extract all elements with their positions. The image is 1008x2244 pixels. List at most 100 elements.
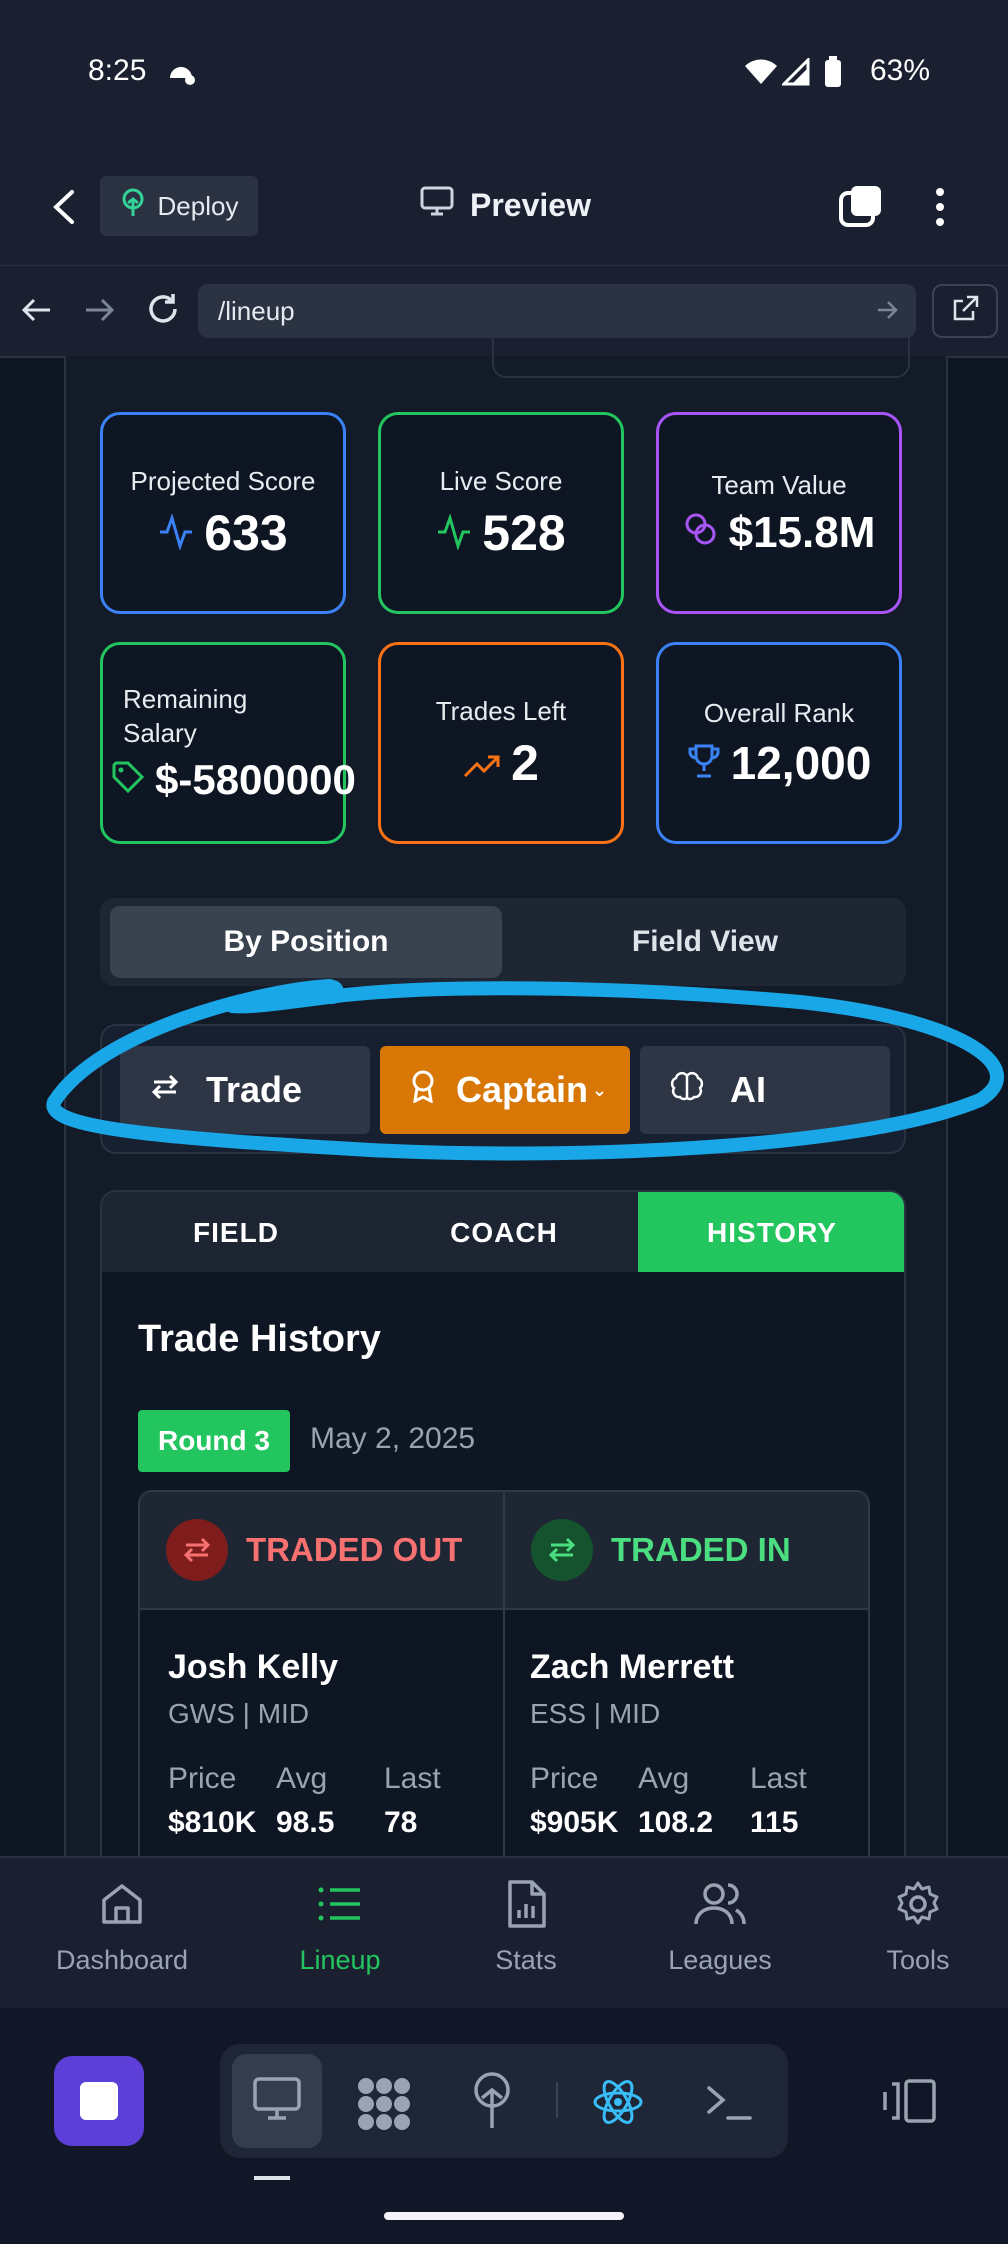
in-price: $905K [530, 1806, 619, 1839]
in-player-team: ESS | MID [530, 1698, 661, 1729]
stat-label: Team Value [711, 470, 847, 500]
tag-icon [111, 756, 145, 804]
tab-history[interactable]: HISTORY [638, 1192, 904, 1272]
monitor-icon [420, 186, 454, 224]
out-last-label: Last [384, 1762, 441, 1795]
trade-record: TRADED OUT TRADED IN Josh Kelly GWS | MI… [138, 1490, 870, 1890]
stop-icon [80, 2082, 118, 2120]
deploy-button[interactable]: Deploy [100, 176, 258, 236]
out-avg-label: Avg [276, 1762, 328, 1795]
url-text: /lineup [218, 295, 295, 326]
history-title: Trade History [138, 1318, 381, 1360]
split-view-icon[interactable] [882, 2078, 938, 2129]
preview-label: Preview [470, 186, 591, 223]
tab-coach[interactable]: COACH [370, 1192, 638, 1272]
out-price-label: Price [168, 1762, 237, 1795]
nav-back-icon[interactable] [20, 296, 52, 329]
go-arrow-icon[interactable] [876, 298, 900, 329]
stat-value: 633 [204, 505, 288, 561]
out-last: 78 [384, 1806, 418, 1839]
more-menu-icon[interactable] [932, 186, 948, 233]
nav-lineup[interactable]: Lineup [260, 1880, 420, 1976]
stat-value: $-5800000 [155, 756, 356, 803]
out-player-name: Josh Kelly [168, 1648, 339, 1686]
traded-out-label: TRADED OUT [246, 1531, 463, 1568]
stat-team-value: Team Value $15.8M [656, 412, 902, 614]
nav-label: Stats [495, 1945, 557, 1975]
trade-date: May 2, 2025 [310, 1422, 476, 1455]
deploy-tree-icon[interactable] [470, 2072, 514, 2135]
in-player-name: Zach Merrett [530, 1648, 735, 1686]
nav-dashboard[interactable]: Dashboard [42, 1880, 202, 1976]
stat-label: Overall Rank [703, 698, 855, 728]
stat-trades-left: Trades Left 2 [378, 642, 624, 844]
stat-projected-score: Projected Score 633 [100, 412, 346, 614]
in-price-label: Price [530, 1762, 599, 1795]
nav-stats[interactable]: Stats [446, 1880, 606, 1976]
stat-label: Projected Score [130, 466, 316, 496]
out-player-team: GWS | MID [168, 1698, 310, 1729]
stat-label: Live Score [439, 466, 563, 496]
stat-label: Remaining Salary [123, 684, 248, 748]
stat-value: 12,000 [730, 737, 872, 789]
grid-app-icon[interactable] [356, 2076, 412, 2137]
stat-live-score: Live Score 528 [378, 412, 624, 614]
nav-leagues[interactable]: Leagues [640, 1880, 800, 1976]
stat-value: 2 [511, 735, 539, 791]
list-icon [316, 1880, 364, 1935]
activity-icon [436, 504, 472, 562]
in-last: 115 [750, 1806, 799, 1839]
swap-icon [166, 1519, 228, 1581]
open-external-button[interactable] [932, 284, 998, 338]
in-avg: 108.2 [638, 1806, 714, 1839]
nav-label: Leagues [668, 1945, 772, 1975]
status-time: 8:25 [88, 54, 147, 87]
stats-file-icon [504, 1880, 548, 1935]
stat-value: 528 [482, 505, 566, 561]
round-badge: Round 3 [138, 1410, 290, 1472]
deploy-icon [120, 188, 146, 225]
signal-icon [780, 56, 810, 91]
monitor-icon [252, 2076, 302, 2127]
activity-icon [158, 504, 194, 562]
out-avg: 98.5 [276, 1806, 335, 1839]
stat-overall-rank: Overall Rank 12,000 [656, 642, 902, 844]
partial-card-above [492, 330, 910, 378]
nav-label: Dashboard [55, 1945, 189, 1975]
swap-icon [531, 1519, 593, 1581]
deploy-label: Deploy [157, 190, 239, 221]
preview-title[interactable]: Preview [420, 186, 591, 224]
nav-label: Tools [886, 1945, 950, 1975]
back-icon[interactable] [48, 188, 80, 231]
out-price: $810K [168, 1806, 257, 1839]
in-avg-label: Avg [638, 1762, 690, 1795]
status-bar: 8:25 63% [0, 0, 1008, 150]
in-last-label: Last [750, 1762, 807, 1795]
battery-icon [824, 56, 842, 93]
dock-divider [556, 2082, 558, 2118]
annotation-circle [46, 979, 1004, 1161]
wifi-icon [744, 58, 778, 91]
traded-in-label: TRADED IN [611, 1531, 791, 1568]
home-gesture-bar[interactable] [384, 2212, 624, 2220]
nav-tools[interactable]: Tools [838, 1880, 998, 1976]
trending-up-icon [463, 734, 501, 792]
reload-icon[interactable] [146, 292, 180, 331]
stop-button[interactable] [54, 2056, 144, 2146]
tabs-icon[interactable] [838, 184, 884, 233]
tab-field[interactable]: FIELD [102, 1192, 370, 1272]
traded-out-header: TRADED OUT [140, 1492, 505, 1610]
lineup-tabs: FIELD COACH HISTORY [100, 1190, 906, 1274]
stat-remaining-salary: Remaining Salary $-5800000 [100, 642, 356, 844]
stat-value: $15.8M [728, 508, 876, 557]
traded-in-header: TRADED IN [505, 1492, 868, 1610]
react-icon[interactable] [592, 2076, 644, 2133]
external-link-icon [951, 295, 979, 328]
nav-label: Lineup [299, 1945, 381, 1975]
users-icon [694, 1880, 746, 1935]
device-preview-button[interactable] [232, 2054, 322, 2148]
nav-forward-icon[interactable] [84, 296, 116, 329]
gear-icon [894, 1880, 942, 1935]
terminal-icon[interactable] [706, 2082, 752, 2127]
coins-icon [683, 508, 719, 558]
